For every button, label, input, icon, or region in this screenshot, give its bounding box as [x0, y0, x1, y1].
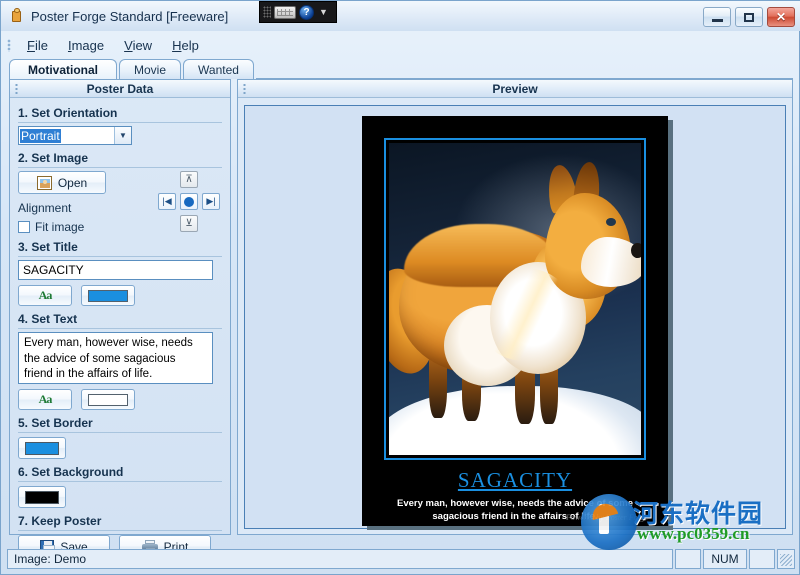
alignment-pad: ⊼ |◀ ▶| ⊻ [156, 171, 222, 233]
menu-file[interactable]: File [17, 36, 58, 55]
orientation-value-wrap: Portrait [19, 127, 114, 144]
font-icon: Aa [38, 392, 53, 406]
tab-movie-label: Movie [134, 62, 167, 77]
section-keep-title: 7. Keep Poster [18, 514, 222, 531]
status-cell-1 [675, 549, 701, 569]
fox-illustration [389, 143, 641, 455]
panel-grip-icon[interactable] [243, 83, 246, 95]
panel-grip-icon[interactable] [15, 83, 18, 95]
tab-strip: Motivational Movie Wanted [9, 59, 793, 79]
menu-bar: File Image View Help [1, 33, 800, 57]
section-image-title: 2. Set Image [18, 151, 222, 168]
application-window: Poster Forge Standard [Freeware] ✕ ? ▼ F… [0, 0, 800, 575]
resize-grip-icon[interactable] [777, 549, 795, 569]
poster-data-title: Poster Data [86, 81, 154, 96]
align-right-icon: ▶| [206, 196, 216, 206]
section-orientation-title: 1. Set Orientation [18, 106, 222, 123]
background-color-row [18, 486, 222, 508]
floating-toolbar[interactable]: ? ▼ [259, 1, 337, 23]
open-button-label: Open [57, 175, 88, 190]
poster-data-panel: Poster Data 1. Set Orientation Portrait … [9, 79, 231, 558]
align-center-button[interactable] [180, 193, 198, 210]
status-bar: Image: Demo NUM [7, 549, 795, 569]
text-color-button[interactable] [81, 389, 135, 410]
orientation-value: Portrait [20, 128, 61, 143]
title-color-swatch [88, 289, 128, 302]
align-bottom-button[interactable]: ⊻ [180, 215, 198, 232]
align-top-button[interactable]: ⊼ [180, 171, 198, 188]
align-center-icon [184, 196, 194, 207]
fit-image-label: Fit image [35, 220, 85, 234]
poster-forge-icon [9, 8, 25, 24]
title-color-button[interactable] [81, 285, 135, 306]
minimize-button[interactable] [703, 7, 731, 27]
section-text-title: 4. Set Text [18, 312, 222, 329]
text-font-button[interactable]: Aa [18, 389, 72, 410]
align-bottom-icon: ⊻ [185, 217, 193, 229]
section-title-title: 3. Set Title [18, 240, 222, 257]
restore-button[interactable] [735, 7, 763, 27]
tab-movie[interactable]: Movie [119, 59, 182, 79]
menu-grip-icon[interactable] [7, 38, 11, 52]
background-color-swatch [25, 490, 59, 504]
tab-wanted-label: Wanted [198, 62, 239, 77]
tab-strip-filler [255, 65, 793, 79]
picture-icon [36, 175, 52, 190]
window-title: Poster Forge Standard [Freeware] [31, 8, 229, 24]
preview-canvas[interactable]: SAGACITY Every man, however wise, needs … [244, 105, 786, 530]
title-format-row: Aa [18, 285, 222, 306]
align-right-button[interactable]: ▶| [202, 193, 220, 210]
poster-photo [389, 143, 641, 455]
image-controls-row: Open Alignment Fit image ⊼ |◀ ▶| ⊻ [18, 171, 222, 234]
poster-title-text: SAGACITY [457, 468, 573, 492]
section-background-title: 6. Set Background [18, 465, 222, 482]
window-controls: ✕ [703, 7, 795, 27]
drag-grip-icon[interactable] [263, 6, 271, 18]
preview-panel: Preview SAGACITY Every man, however wise… [237, 79, 793, 535]
text-color-swatch [88, 393, 128, 406]
tab-motivational[interactable]: Motivational [9, 59, 118, 79]
fox-nose [630, 242, 641, 259]
fit-image-row[interactable]: Fit image [18, 220, 156, 234]
section-border-title: 5. Set Border [18, 416, 222, 433]
border-color-button[interactable] [18, 437, 66, 459]
status-num-indicator: NUM [703, 549, 747, 569]
poster-data-header: Poster Data [10, 80, 230, 98]
font-icon: Aa [38, 288, 53, 302]
poster-image-frame [384, 138, 646, 460]
poster-preview[interactable]: SAGACITY Every man, however wise, needs … [362, 116, 668, 526]
keyboard-icon[interactable] [274, 5, 296, 19]
poster-watermark-text: Powered by Poster Forge [566, 513, 648, 522]
align-top-icon: ⊼ [185, 173, 193, 185]
orientation-combobox[interactable]: Portrait ▼ [18, 126, 132, 145]
tab-motivational-label: Motivational [28, 62, 99, 77]
menu-view[interactable]: View [114, 36, 162, 55]
tab-wanted[interactable]: Wanted [183, 59, 254, 79]
preview-title: Preview [492, 81, 538, 96]
fox-eye [605, 217, 616, 226]
align-left-icon: |◀ [162, 196, 172, 206]
close-button[interactable]: ✕ [767, 7, 795, 27]
border-color-row [18, 437, 222, 459]
status-message: Image: Demo [7, 549, 673, 569]
border-color-swatch [25, 441, 59, 455]
menu-image[interactable]: Image [58, 36, 114, 55]
menu-help[interactable]: Help [162, 36, 209, 55]
alignment-label: Alignment [18, 201, 72, 215]
open-image-button[interactable]: Open [18, 171, 106, 194]
background-color-button[interactable] [18, 486, 66, 508]
chevron-down-icon[interactable]: ▼ [319, 7, 328, 17]
poster-text-input[interactable]: Every man, however wise, needs the advic… [18, 332, 213, 384]
fox-rim-light [474, 267, 576, 362]
fit-image-checkbox[interactable] [18, 221, 30, 233]
status-cell-3 [749, 549, 775, 569]
title-font-button[interactable]: Aa [18, 285, 72, 306]
chevron-down-icon[interactable]: ▼ [114, 127, 131, 144]
text-format-row: Aa [18, 389, 222, 410]
align-left-button[interactable]: |◀ [158, 193, 176, 210]
title-bar: Poster Forge Standard [Freeware] ✕ [1, 1, 800, 31]
poster-title-input[interactable]: SAGACITY [18, 260, 213, 280]
help-icon[interactable]: ? [299, 4, 314, 20]
preview-header: Preview [238, 80, 792, 98]
